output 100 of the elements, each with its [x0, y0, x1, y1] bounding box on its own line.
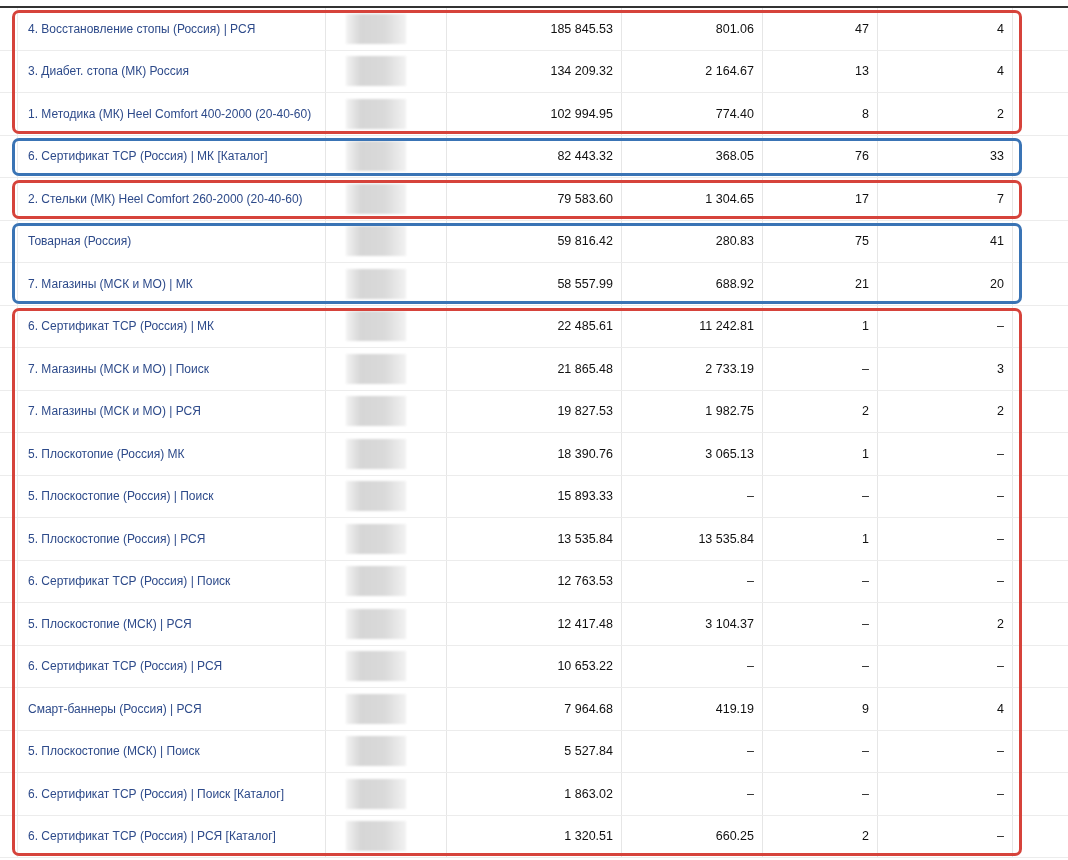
campaign-link[interactable]: 5. Плоскостопие (Россия) | Поиск [28, 489, 214, 504]
campaign-link[interactable]: Товарная (Россия) [28, 234, 132, 249]
table-cell: 1 304.65 [622, 178, 763, 220]
table-cell: 419.19 [622, 688, 763, 730]
table-cell: 7 [878, 178, 1013, 220]
table-cell: 2 164.67 [622, 50, 763, 92]
campaign-link[interactable]: 1. Методика (МК) Heel Comfort 400-2000 (20-40-60) [28, 106, 312, 121]
table-cell: 2 [878, 603, 1013, 645]
table-cell: 688.92 [622, 263, 763, 305]
table-cell: – [763, 603, 878, 645]
table-cell: – [878, 518, 1013, 560]
table-cell: 2 733.19 [622, 348, 763, 390]
table-cell: 3 065.13 [622, 433, 763, 475]
table-cell: 59 816.42 [447, 220, 622, 262]
table-cell: 7 964.68 [447, 688, 622, 730]
campaign-link[interactable]: 5. Плоскотопие (Россия) МК [28, 446, 185, 461]
table-cell: 11 242.81 [622, 305, 763, 347]
table-cell: 4 [878, 8, 1013, 50]
blurred-block [346, 608, 406, 639]
table-cell: – [878, 645, 1013, 687]
campaign-link[interactable]: 6. Сертификат ТСР (Россия) | Поиск [Каталог] [28, 786, 284, 801]
campaign-link[interactable]: 2. Стельки (МК) Heel Comfort 260-2000 (20-40-60) [28, 191, 303, 206]
table-cell: 2 [878, 390, 1013, 432]
table-cell: 15 893.33 [447, 475, 622, 517]
table-cell: 21 865.48 [447, 348, 622, 390]
table-cell: 2 [878, 93, 1013, 135]
table-cell: 12 417.48 [447, 603, 622, 645]
table-cell: – [763, 348, 878, 390]
table-cell: 280.83 [622, 220, 763, 262]
table-cell: 2 [763, 390, 878, 432]
table-cell: 368.05 [622, 135, 763, 177]
table-cell: 13 535.84 [622, 518, 763, 560]
table-cell: – [878, 730, 1013, 772]
table-cell: 1 863.02 [447, 773, 622, 815]
table-cell: 41 [878, 220, 1013, 262]
table-cell: 102 994.95 [447, 93, 622, 135]
table-cell: 1 982.75 [622, 390, 763, 432]
table-cell: 58 557.99 [447, 263, 622, 305]
blurred-block [346, 226, 406, 257]
table-cell: 660.25 [622, 815, 763, 857]
campaign-link[interactable]: 4. Восстановление стопы (Россия) | РСЯ [28, 21, 256, 36]
table-cell: 47 [763, 8, 878, 50]
table-cell: 17 [763, 178, 878, 220]
blurred-block [346, 183, 406, 214]
table-cell: 3 [878, 348, 1013, 390]
table-cell: 801.06 [622, 8, 763, 50]
table-cell: 75 [763, 220, 878, 262]
table-cell: 33 [878, 135, 1013, 177]
blurred-block [346, 651, 406, 682]
campaign-link[interactable]: 6. Сертификат ТСР (Россия) | РСЯ [28, 659, 223, 674]
table-cell: 8 [763, 93, 878, 135]
table-cell: – [878, 773, 1013, 815]
campaign-link[interactable]: 6. Сертификат ТСР (Россия) | РСЯ [Каталог] [28, 829, 276, 844]
table-cell: 1 [763, 518, 878, 560]
table-cell: 9 [763, 688, 878, 730]
campaign-link[interactable]: 6. Сертификат ТСР (Россия) | МК [28, 319, 215, 334]
table-cell: 4 [878, 688, 1013, 730]
campaign-link[interactable]: 7. Магазины (МСК и МО) | РСЯ [28, 404, 201, 419]
blurred-block [346, 736, 406, 767]
table-cell: 82 443.32 [447, 135, 622, 177]
table-cell: – [878, 433, 1013, 475]
table-cell: 774.40 [622, 93, 763, 135]
table-cell: 12 763.53 [447, 560, 622, 602]
table-cell: 2 [763, 815, 878, 857]
campaign-link[interactable]: 7. Магазины (МСК и МО) | МК [28, 276, 193, 291]
campaign-link[interactable]: 3. Диабет. стопа (МК) Россия [28, 64, 189, 79]
campaign-link[interactable]: 5. Плоскостопие (Россия) | РСЯ [28, 531, 206, 546]
table-cell: – [622, 645, 763, 687]
table-cell: 1 [763, 433, 878, 475]
table-cell: – [878, 475, 1013, 517]
blurred-block [346, 821, 406, 852]
campaign-link[interactable]: 5. Плоскостопие (МСК) | РСЯ [28, 616, 192, 631]
table-cell: – [622, 730, 763, 772]
blurred-block [346, 693, 406, 724]
table-cell: – [622, 475, 763, 517]
blurred-block [346, 353, 406, 384]
table-cell: 18 390.76 [447, 433, 622, 475]
table-cell: 3 104.37 [622, 603, 763, 645]
campaign-link[interactable]: Смарт-баннеры (Россия) | РСЯ [28, 701, 202, 716]
blurred-block [346, 481, 406, 512]
table-cell: – [878, 815, 1013, 857]
table-cell: – [763, 475, 878, 517]
campaign-link[interactable]: 6. Сертификат ТСР (Россия) | МК [Каталог] [28, 149, 268, 164]
table-cell: – [878, 560, 1013, 602]
blurred-block [346, 13, 406, 44]
table-cell: 134 209.32 [447, 50, 622, 92]
campaign-link[interactable]: 7. Магазины (МСК и МО) | Поиск [28, 361, 209, 376]
table-cell: – [622, 560, 763, 602]
campaign-link[interactable]: 5. Плоскостопие (МСК) | Поиск [28, 744, 200, 759]
table-cell: 76 [763, 135, 878, 177]
blurred-block [346, 438, 406, 469]
table-cell: – [763, 773, 878, 815]
campaign-link[interactable]: 6. Сертификат ТСР (Россия) | Поиск [28, 574, 231, 589]
blurred-block [346, 268, 406, 299]
blurred-block [346, 523, 406, 554]
blurred-block [346, 56, 406, 87]
blurred-block [346, 98, 406, 129]
table-cell: 5 527.84 [447, 730, 622, 772]
table-cell: 1 [763, 305, 878, 347]
table-cell: 13 [763, 50, 878, 92]
